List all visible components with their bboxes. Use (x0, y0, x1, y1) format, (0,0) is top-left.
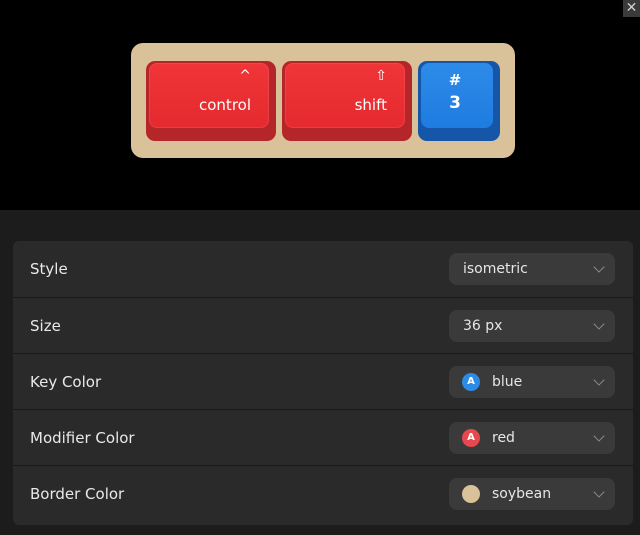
key-color-label: Key Color (30, 373, 102, 391)
hash-symbol-label: # (448, 71, 462, 89)
settings-panel: Style isometric Size 36 px Key Color A b… (13, 241, 633, 525)
chevron-down-icon (593, 430, 605, 442)
modifier-color-select[interactable]: A red (449, 422, 615, 454)
shift-arrow-icon: ⇧ (375, 68, 387, 84)
soybean-swatch-icon (462, 485, 480, 503)
modifier-color-select-value: red (492, 430, 515, 446)
size-select-value: 36 px (463, 318, 503, 334)
number-3-key-top: # 3 (421, 63, 493, 128)
red-swatch-icon: A (462, 429, 480, 447)
close-icon[interactable]: ✕ (623, 0, 640, 17)
chevron-down-icon (593, 374, 605, 386)
key-color-select-value: blue (492, 374, 523, 390)
key-color-row: Key Color A blue (13, 353, 633, 409)
style-select[interactable]: isometric (449, 253, 615, 285)
shift-key-label: shift (354, 96, 387, 114)
style-row: Style isometric (13, 241, 633, 297)
keyboard-tray: ^ control ⇧ shift # 3 (131, 43, 515, 158)
key-preview-area: ✕ ^ control ⇧ shift # 3 (0, 0, 640, 210)
number-3-label: 3 (449, 93, 461, 113)
number-3-key: # 3 (418, 61, 500, 141)
key-color-select[interactable]: A blue (449, 366, 615, 398)
settings-area: Style isometric Size 36 px Key Color A b… (0, 210, 640, 535)
chevron-down-icon (593, 261, 605, 273)
size-label: Size (30, 317, 61, 335)
border-color-label: Border Color (30, 485, 125, 503)
size-select[interactable]: 36 px (449, 310, 615, 342)
chevron-down-icon (593, 318, 605, 330)
style-select-value: isometric (463, 261, 528, 277)
shift-key: ⇧ shift (282, 61, 412, 141)
border-color-row: Border Color soybean (13, 465, 633, 521)
chevron-down-icon (593, 486, 605, 498)
control-key-label: control (199, 96, 251, 114)
modifier-color-row: Modifier Color A red (13, 409, 633, 465)
style-label: Style (30, 260, 68, 278)
caret-up-icon: ^ (239, 68, 251, 84)
border-color-select[interactable]: soybean (449, 478, 615, 510)
control-key: ^ control (146, 61, 276, 141)
border-color-select-value: soybean (492, 486, 552, 502)
control-key-top: ^ control (149, 63, 269, 128)
blue-swatch-icon: A (462, 373, 480, 391)
size-row: Size 36 px (13, 297, 633, 353)
shift-key-top: ⇧ shift (285, 63, 405, 128)
modifier-color-label: Modifier Color (30, 429, 135, 447)
